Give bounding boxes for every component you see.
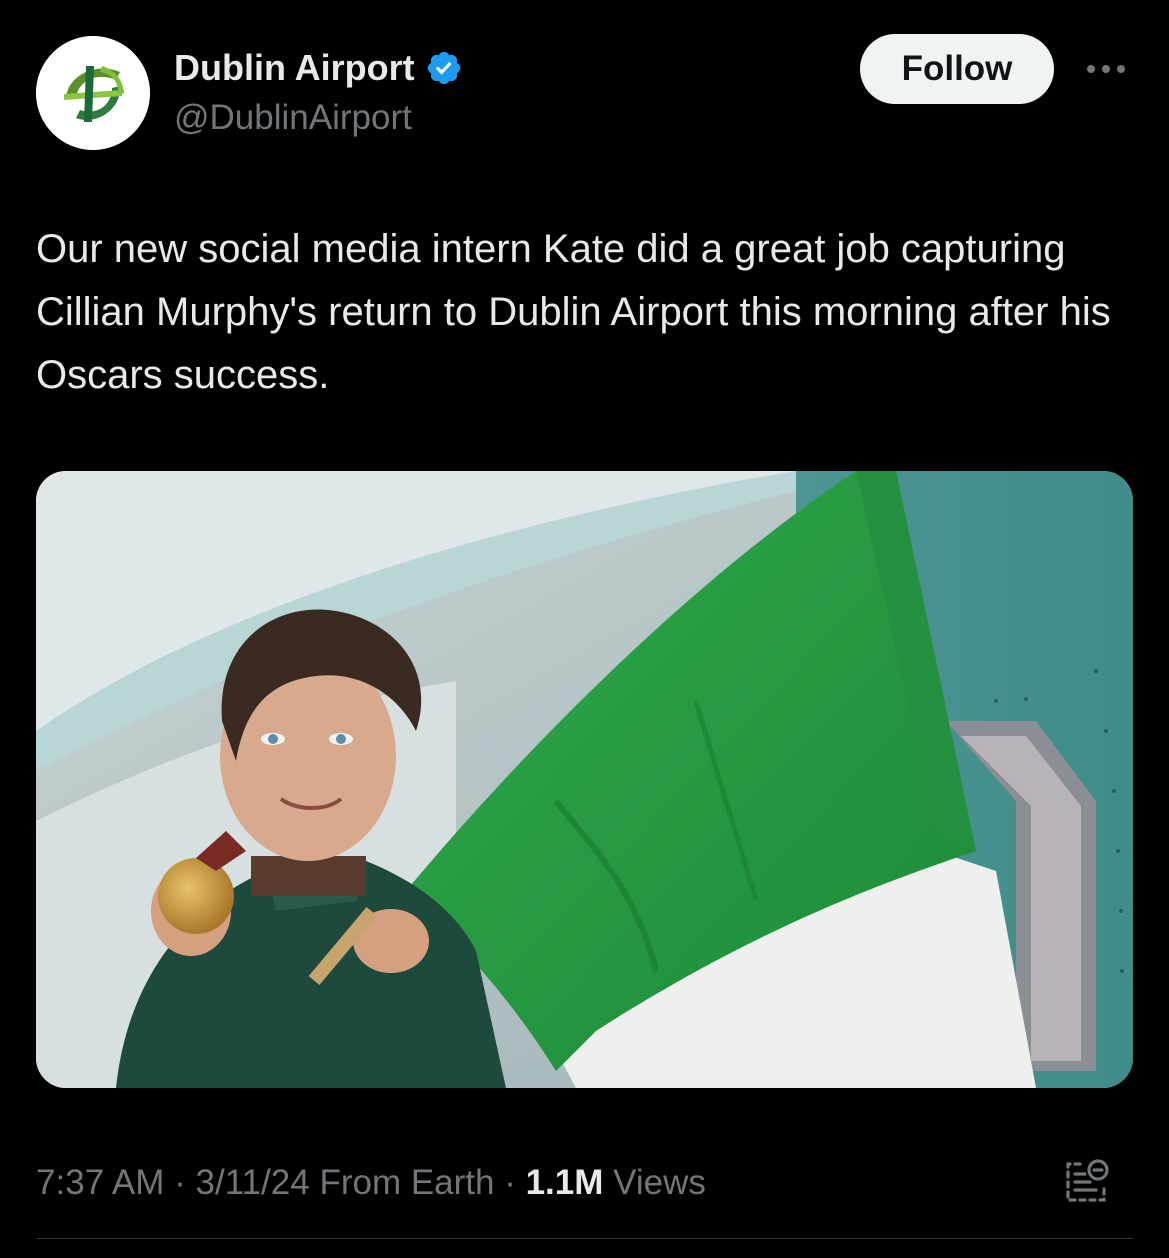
views-label: Views	[603, 1163, 706, 1202]
tweet: Dublin Airport @DublinAirport Follow Our…	[0, 0, 1169, 1258]
author-handle[interactable]: @DublinAirport	[174, 94, 412, 142]
follow-button[interactable]: Follow	[860, 34, 1054, 104]
more-dot	[1087, 65, 1095, 73]
tweet-meta: 7:37 AM · 3/11/24 From Earth · 1.1M View…	[36, 1158, 706, 1208]
more-dot	[1117, 65, 1125, 73]
tweet-time[interactable]: 7:37 AM	[36, 1163, 164, 1202]
views-count: 1.1M	[525, 1163, 604, 1202]
more-options-icon[interactable]	[1082, 52, 1130, 86]
tweet-text: Our new social media intern Kate did a g…	[36, 227, 1111, 397]
tweet-photo[interactable]	[36, 471, 1133, 1088]
verified-badge-icon	[427, 51, 460, 85]
dublin-airport-logo-icon	[36, 36, 150, 150]
author-display-name[interactable]: Dublin Airport	[174, 44, 415, 92]
author-name-row: Dublin Airport	[174, 44, 463, 92]
meta-separator: ·	[164, 1163, 196, 1202]
analytics-icon[interactable]	[1058, 1154, 1114, 1210]
avatar[interactable]	[36, 36, 150, 150]
divider	[36, 1238, 1133, 1239]
tweet-date[interactable]: 3/11/24	[196, 1163, 310, 1202]
photo-image	[36, 471, 1133, 1088]
meta-separator: ·	[494, 1163, 526, 1202]
more-dot	[1102, 65, 1110, 73]
tweet-source: From Earth	[309, 1163, 495, 1202]
